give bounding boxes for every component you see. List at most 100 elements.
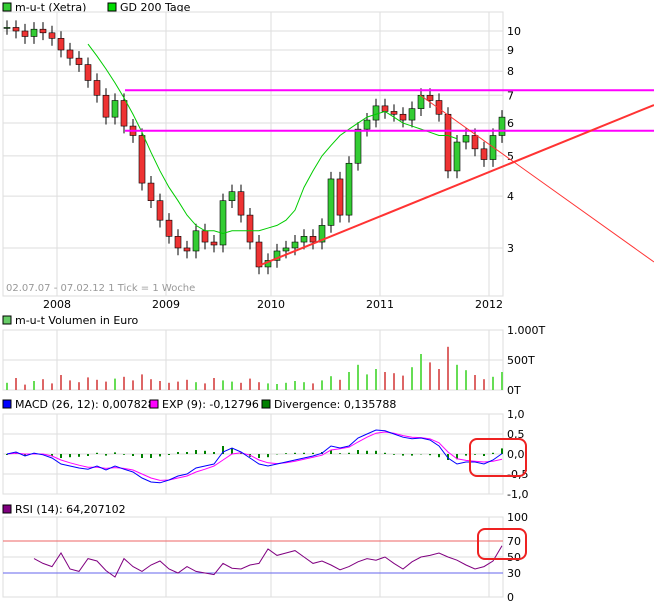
volume-bar bbox=[42, 379, 44, 390]
candle-body bbox=[57, 38, 65, 51]
volume-bar bbox=[483, 379, 485, 390]
divergence-bar bbox=[123, 454, 125, 455]
candle-body bbox=[84, 64, 92, 81]
y-tick-label: 10 bbox=[507, 25, 521, 38]
divergence-bar bbox=[150, 454, 152, 458]
volume-bar bbox=[15, 378, 17, 390]
divergence-bar bbox=[348, 452, 350, 454]
volume-bar bbox=[159, 381, 161, 390]
candle-body bbox=[183, 247, 191, 252]
candle-body bbox=[462, 135, 470, 143]
volume-bar bbox=[339, 379, 341, 390]
candle-body bbox=[120, 100, 128, 127]
candle-body bbox=[471, 135, 479, 150]
legend-divergence-text: Divergence: 0,135788 bbox=[274, 398, 396, 411]
volume-bar bbox=[258, 382, 260, 390]
divergence-bar bbox=[285, 453, 287, 454]
volume-bar bbox=[492, 376, 494, 390]
divergence-bar bbox=[474, 454, 476, 455]
volume-bar bbox=[123, 376, 125, 390]
y-tick-label: 9 bbox=[507, 44, 514, 57]
volume-bar bbox=[114, 378, 116, 390]
y-tick-label: 100 bbox=[507, 511, 528, 524]
volume-bar bbox=[96, 379, 98, 390]
volume-bar bbox=[447, 346, 449, 390]
candle-body bbox=[192, 230, 200, 252]
candle-body bbox=[390, 111, 398, 115]
volume-bar bbox=[429, 362, 431, 390]
range-overlay: 02.07.07 - 07.02.12 1 Tick = 1 Woche bbox=[6, 283, 195, 294]
volume-bar bbox=[186, 379, 188, 390]
volume-bar bbox=[393, 373, 395, 390]
divergence-bar bbox=[294, 452, 296, 454]
y-tick-label: 30 bbox=[507, 567, 521, 580]
candle-body bbox=[3, 27, 11, 29]
candle-body bbox=[219, 200, 227, 246]
volume-bar bbox=[438, 369, 440, 390]
candle-body bbox=[291, 241, 299, 249]
candle-body bbox=[426, 94, 434, 101]
legend-swatch-rsi bbox=[2, 504, 12, 514]
volume-bar bbox=[222, 380, 224, 390]
volume-bar bbox=[69, 380, 71, 390]
divergence-bar bbox=[141, 454, 143, 458]
x-tick-label: 2012 bbox=[475, 298, 503, 311]
y-tick-label: 0T bbox=[507, 384, 521, 397]
volume-bar bbox=[501, 372, 503, 390]
divergence-bar bbox=[393, 454, 395, 455]
volume-bar bbox=[411, 367, 413, 390]
x-tick-label: 2011 bbox=[366, 298, 394, 311]
divergence-bar bbox=[168, 454, 170, 455]
candle-body bbox=[453, 141, 461, 172]
candle-body bbox=[102, 94, 110, 118]
candle-body bbox=[399, 113, 407, 121]
divergence-bar bbox=[177, 452, 179, 454]
y-tick-label: 8 bbox=[507, 65, 514, 78]
candle-body bbox=[255, 241, 263, 268]
divergence-bar bbox=[267, 454, 269, 458]
candle-body bbox=[336, 178, 344, 216]
volume-bar bbox=[465, 370, 467, 390]
volume-bar bbox=[294, 381, 296, 390]
stock-chart: m-u-t (Xetra) GD 200 Tage m-u-t Volumen … bbox=[0, 0, 654, 606]
divergence-bar bbox=[69, 454, 71, 458]
divergence-bar bbox=[114, 452, 116, 454]
candle-body bbox=[498, 116, 506, 136]
divergence-bar bbox=[375, 450, 377, 454]
candle-body bbox=[66, 49, 74, 59]
legend-macd-text: MACD (26, 12): 0,007828 bbox=[15, 398, 155, 411]
candle-body bbox=[444, 113, 452, 172]
candle-body bbox=[93, 80, 101, 96]
volume-bar bbox=[150, 379, 152, 390]
y-tick-label: 3 bbox=[507, 242, 514, 255]
volume-bar bbox=[276, 384, 278, 390]
divergence-bar bbox=[132, 454, 134, 456]
divergence-bar bbox=[483, 454, 485, 456]
volume-bar bbox=[195, 382, 197, 390]
volume-bar bbox=[87, 377, 89, 390]
y-tick-label: 6 bbox=[507, 117, 514, 130]
divergence-bar bbox=[195, 450, 197, 454]
legend-exp-text: EXP (9): -0,12796 bbox=[162, 398, 259, 411]
candle-body bbox=[480, 148, 488, 160]
divergence-bar bbox=[204, 450, 206, 454]
volume-bar bbox=[60, 375, 62, 390]
volume-bar bbox=[321, 380, 323, 390]
candle-body bbox=[372, 105, 380, 121]
y-tick-label: 0,0 bbox=[507, 448, 525, 461]
volume-bar bbox=[105, 381, 107, 390]
candle-body bbox=[237, 191, 245, 216]
volume-bar bbox=[420, 354, 422, 390]
divergence-bar bbox=[78, 454, 80, 457]
candle-body bbox=[138, 135, 146, 184]
y-tick-label: 70 bbox=[507, 535, 521, 548]
candle-body bbox=[156, 200, 164, 221]
y-tick-label: 50 bbox=[507, 551, 521, 564]
candle-body bbox=[30, 28, 38, 37]
candle-body bbox=[12, 27, 20, 32]
divergence-bar bbox=[87, 454, 89, 456]
candle-body bbox=[165, 219, 173, 237]
candle-body bbox=[363, 119, 371, 130]
divergence-bar bbox=[303, 452, 305, 454]
divergence-bar bbox=[438, 454, 440, 458]
